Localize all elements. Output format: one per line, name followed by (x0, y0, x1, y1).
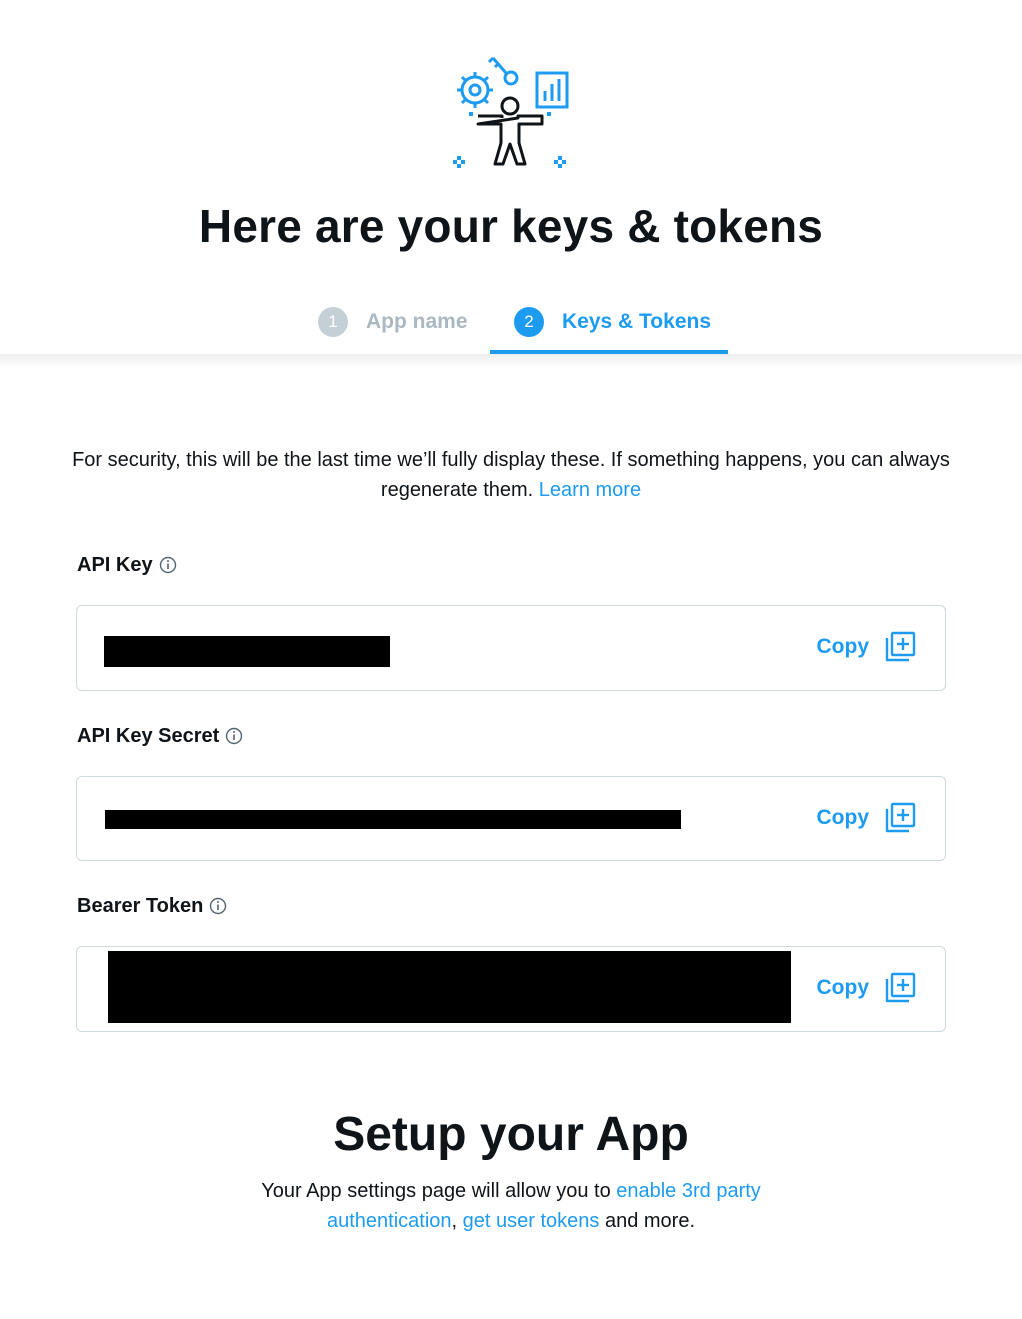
copy-icon (885, 802, 916, 833)
developer-illustration-icon (453, 56, 569, 168)
security-notice: For security, this will be the last time… (70, 445, 952, 505)
bearer-token-label-text: Bearer Token (77, 894, 204, 917)
setup-description: Your App settings page will allow you to… (230, 1176, 792, 1236)
step-label-keys-tokens: Keys & Tokens (562, 310, 711, 333)
get-user-tokens-link[interactable]: get user tokens (463, 1210, 600, 1232)
setup-text-before: Your App settings page will allow you to (261, 1180, 611, 1202)
security-notice-text: For security, this will be the last time… (72, 449, 950, 501)
copy-label: Copy (816, 976, 870, 999)
setup-title: Setup your App (333, 1108, 689, 1161)
copy-label: Copy (816, 806, 870, 829)
stepper: 1 App name 2 Keys & Tokens (0, 290, 1022, 354)
info-icon[interactable] (209, 897, 227, 915)
info-icon[interactable] (159, 556, 177, 574)
api-key-secret-value-redacted (105, 810, 681, 829)
copy-icon (885, 972, 916, 1003)
step-number-1: 1 (318, 307, 348, 337)
page: Here are your keys & tokens 1 App name 2… (0, 0, 1022, 1319)
copy-label: Copy (816, 635, 870, 658)
bearer-token-field: Copy (76, 946, 946, 1032)
page-title: Here are your keys & tokens (198, 200, 824, 252)
learn-more-link[interactable]: Learn more (539, 479, 641, 501)
bearer-token-value-redacted (108, 951, 791, 1023)
api-key-secret-field: Copy (76, 776, 946, 861)
setup-text-after: and more. (604, 1210, 696, 1232)
step-label-app-name: App name (366, 310, 468, 333)
step-app-name[interactable]: 1 App name (318, 290, 468, 354)
copy-icon (885, 631, 916, 662)
bearer-token-label: Bearer Token (77, 891, 227, 921)
api-key-label-text: API Key (77, 553, 153, 576)
stepper-divider (0, 354, 1022, 368)
api-key-field: Copy (76, 605, 946, 691)
setup-separator: , (451, 1210, 458, 1232)
info-icon[interactable] (225, 727, 243, 745)
api-key-label: API Key (77, 550, 177, 580)
copy-bearer-token-button[interactable]: Copy (817, 971, 918, 1005)
step-number-2: 2 (514, 307, 544, 337)
copy-api-key-secret-button[interactable]: Copy (817, 801, 918, 835)
step-keys-tokens[interactable]: 2 Keys & Tokens (514, 290, 711, 354)
api-key-value-redacted (104, 636, 390, 667)
copy-api-key-button[interactable]: Copy (817, 630, 918, 664)
api-key-secret-label: API Key Secret (77, 721, 243, 751)
api-key-secret-label-text: API Key Secret (77, 724, 220, 747)
